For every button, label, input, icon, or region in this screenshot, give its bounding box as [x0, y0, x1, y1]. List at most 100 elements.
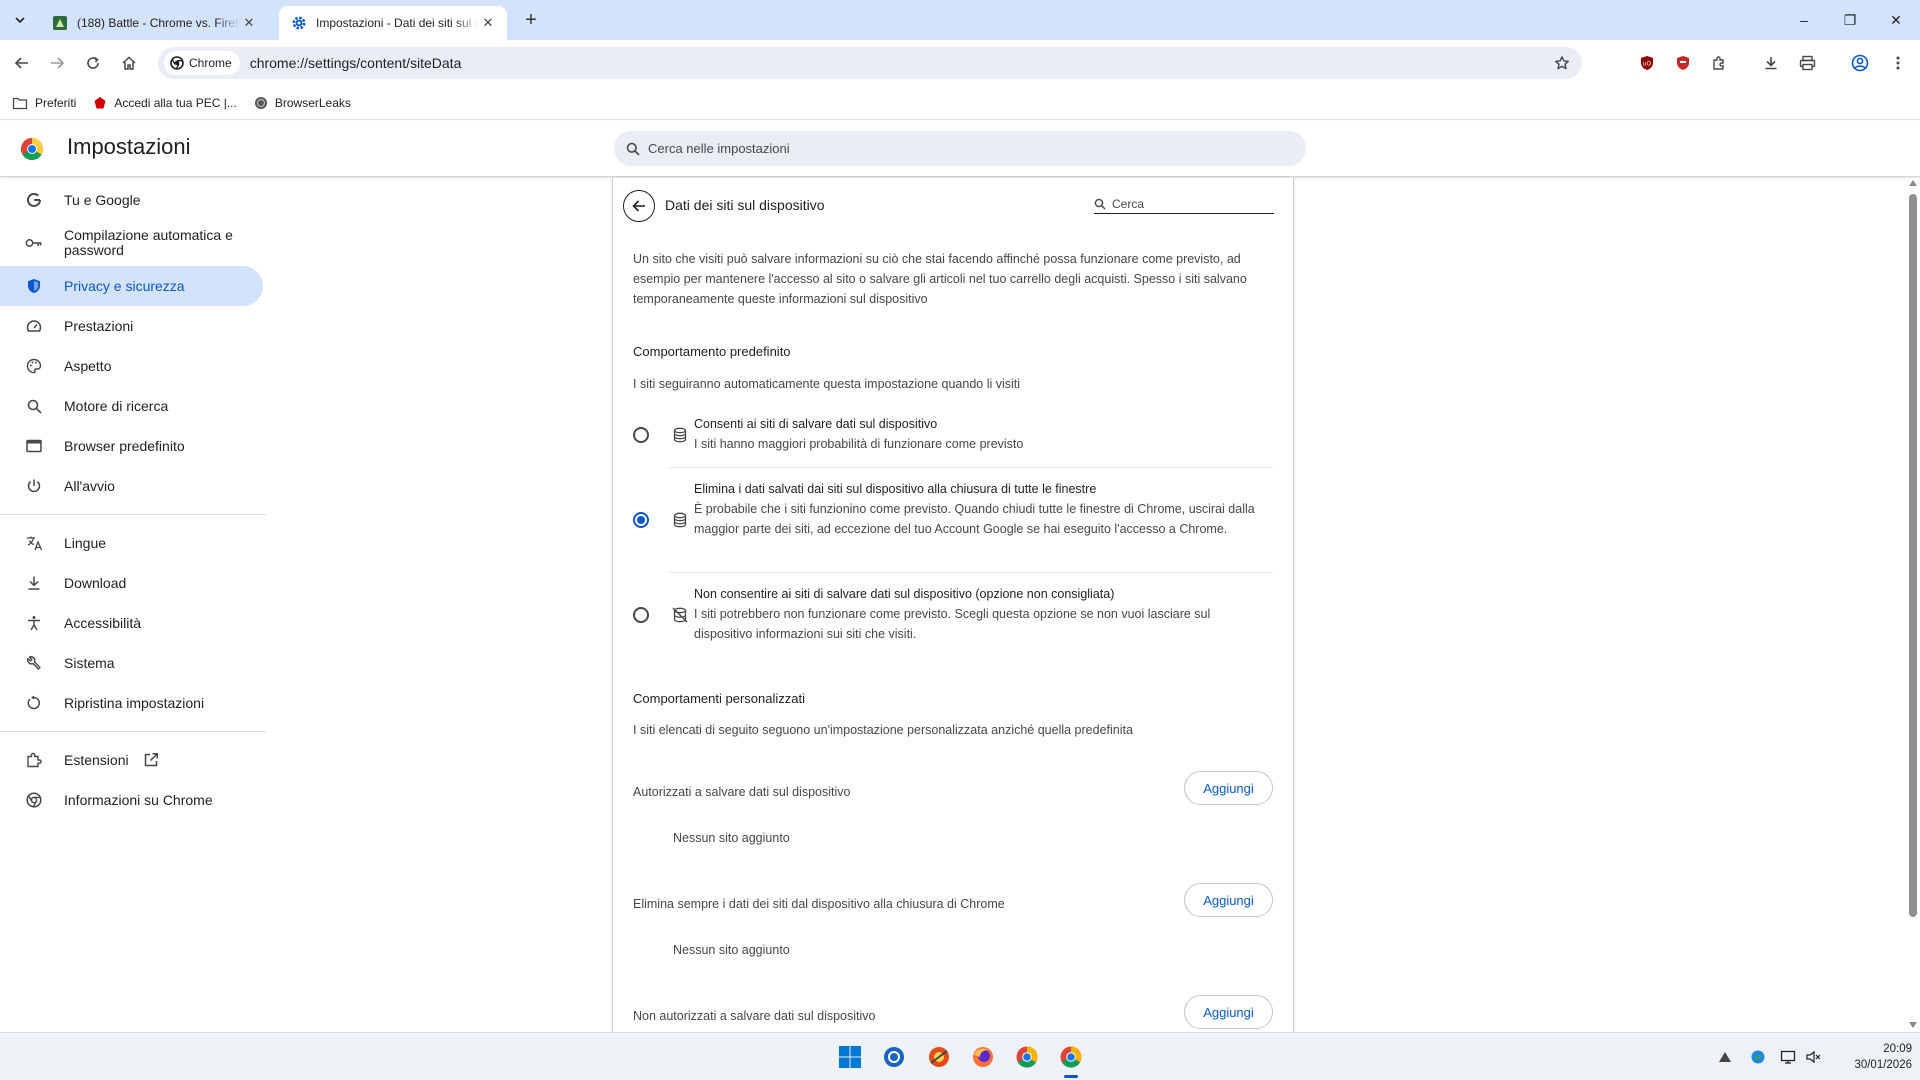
tray-app-icon[interactable] — [1715, 1047, 1735, 1067]
default-behavior-heading: Comportamento predefinito — [633, 344, 791, 359]
taskbar-app-icon[interactable] — [925, 1043, 953, 1071]
sidebar-item-downloads[interactable]: Download — [0, 563, 266, 603]
sidebar-item-reset[interactable]: Ripristina impostazioni — [0, 683, 266, 723]
downloads-button[interactable] — [1757, 49, 1785, 77]
tab-title: Impostazioni - Dati dei siti sul disposi… — [316, 16, 479, 30]
tab-search-button[interactable] — [6, 7, 34, 33]
sidebar-item-label: Prestazioni — [64, 318, 134, 334]
scroll-up-arrow-icon[interactable] — [1909, 180, 1917, 186]
sidebar-item-autofill[interactable]: Compilazione automatica e password — [0, 220, 266, 266]
add-clear-on-exit-button[interactable]: Aggiungi — [1184, 883, 1273, 917]
settings-search-placeholder: Cerca nelle impostazioni — [648, 141, 790, 156]
chip-label: Chrome — [189, 56, 232, 70]
extensions-button[interactable] — [1705, 49, 1733, 77]
windows-start-icon[interactable] — [836, 1043, 864, 1071]
tab-title: (188) Battle - Chrome vs. Firefox — [77, 16, 240, 30]
puzzle-icon — [1713, 56, 1724, 70]
gear-icon — [291, 15, 307, 31]
site-info-chip[interactable]: Chrome — [164, 51, 240, 75]
active-app-indicator — [1064, 1075, 1078, 1078]
wrench-icon — [24, 653, 44, 673]
profile-button[interactable] — [1846, 49, 1874, 77]
network-icon[interactable] — [1778, 1047, 1798, 1067]
site-data-search-input[interactable]: Cerca — [1094, 194, 1274, 214]
custom-behaviors-subtitle: I siti elencati di seguito seguono un'im… — [633, 723, 1133, 737]
add-allowed-button[interactable]: Aggiungi — [1184, 771, 1273, 805]
sidebar-item-extensions[interactable]: Estensioni — [0, 740, 266, 780]
tab-settings[interactable]: Impostazioni - Dati dei siti sul disposi… — [279, 6, 507, 40]
privacy-badger-extension-button[interactable] — [1669, 49, 1697, 77]
add-blocked-button[interactable]: Aggiungi — [1184, 995, 1273, 1029]
bookmark-pec[interactable]: Accedi alla tua PEC |... — [93, 96, 237, 110]
taskbar-app-icon[interactable] — [880, 1043, 908, 1071]
sidebar-item-label: Estensioni — [64, 752, 129, 768]
sidebar-item-search-engine[interactable]: Motore di ricerca — [0, 386, 266, 426]
avatar-icon — [1851, 54, 1869, 72]
sidebar-item-appearance[interactable]: Aspetto — [0, 346, 266, 386]
search-icon — [626, 142, 640, 156]
defender-tray-icon[interactable] — [1748, 1047, 1768, 1067]
radio-block[interactable] — [633, 607, 649, 623]
back-button[interactable] — [8, 49, 36, 77]
chrome-taskbar-icon-active[interactable] — [1057, 1043, 1085, 1071]
tab-close-icon[interactable]: ✕ — [240, 14, 258, 32]
menu-button[interactable] — [1884, 49, 1912, 77]
tab-battle[interactable]: (188) Battle - Chrome vs. Firefox ✕ — [40, 6, 268, 40]
sidebar-item-on-startup[interactable]: All'avvio — [0, 466, 266, 506]
scroll-down-arrow-icon[interactable] — [1909, 1022, 1917, 1028]
scroll-thumb[interactable] — [1909, 194, 1917, 917]
download-icon — [24, 573, 44, 593]
taskbar: 20:09 30/01/2026 — [0, 1032, 1920, 1080]
forward-button[interactable] — [43, 49, 71, 77]
sidebar-item-tu-e-google[interactable]: Tu e Google — [0, 180, 266, 220]
chrome-taskbar-icon[interactable] — [1013, 1043, 1041, 1071]
home-button[interactable] — [115, 49, 143, 77]
minimize-button[interactable]: – — [1781, 0, 1827, 40]
bookmark-label: Preferiti — [35, 95, 77, 110]
sidebar-item-system[interactable]: Sistema — [0, 643, 266, 683]
new-tab-button[interactable]: + — [520, 9, 542, 31]
sidebar-item-label: Compilazione automatica e password — [64, 227, 233, 258]
sidebar-item-performance[interactable]: Prestazioni — [0, 306, 266, 346]
sidebar-item-label: Sistema — [64, 655, 115, 671]
radio-allow[interactable] — [633, 427, 649, 443]
arrow-left-icon — [632, 200, 645, 212]
volume-muted-icon[interactable] — [1803, 1047, 1823, 1067]
key-icon — [24, 233, 44, 253]
sidebar-item-privacy[interactable]: Privacy e sicurezza — [0, 266, 263, 306]
sidebar-item-default-browser[interactable]: Browser predefinito — [0, 426, 266, 466]
tab-close-icon[interactable]: ✕ — [479, 14, 497, 32]
puzzle-icon — [24, 750, 44, 770]
settings-search-input[interactable]: Cerca nelle impostazioni — [614, 131, 1306, 166]
bookmark-star-button[interactable] — [1548, 49, 1576, 77]
back-arrow-button[interactable] — [623, 190, 655, 222]
chevron-down-icon — [15, 17, 25, 24]
database-off-icon — [671, 606, 689, 624]
bookmarks-bar: Preferiti Accedi alla tua PEC |... Brows… — [0, 86, 1920, 120]
url-text[interactable]: chrome://settings/content/siteData — [250, 55, 1548, 71]
external-link-icon — [143, 752, 159, 768]
page-scrollbar[interactable] — [1906, 178, 1920, 1032]
palette-icon — [24, 356, 44, 376]
settings-sidebar: Tu e Google Compilazione automatica e pa… — [0, 180, 266, 820]
option-title: Non consentire ai siti di salvare dati s… — [694, 587, 1115, 601]
print-button[interactable] — [1793, 49, 1821, 77]
restore-button[interactable]: ❐ — [1827, 0, 1873, 40]
sidebar-item-label: Accessibilità — [64, 615, 142, 631]
sidebar-item-about-chrome[interactable]: Informazioni su Chrome — [0, 780, 266, 820]
browserleaks-icon — [254, 96, 268, 110]
bookmark-preferiti[interactable]: Preferiti — [12, 96, 76, 110]
sidebar-item-accessibility[interactable]: Accessibilità — [0, 603, 266, 643]
firefox-icon[interactable] — [969, 1043, 997, 1071]
bookmark-browserleaks[interactable]: BrowserLeaks — [254, 96, 351, 110]
system-clock[interactable]: 20:09 30/01/2026 — [1832, 1041, 1912, 1073]
radio-clear-on-exit[interactable] — [633, 512, 649, 528]
shield-icon — [24, 276, 44, 296]
close-window-button[interactable]: ✕ — [1873, 0, 1919, 40]
reload-button[interactable] — [79, 49, 107, 77]
arrow-left-icon — [14, 57, 28, 69]
ublock-extension-button[interactable]: uO — [1633, 49, 1661, 77]
address-bar[interactable]: Chrome chrome://settings/content/siteDat… — [158, 47, 1582, 79]
sidebar-item-languages[interactable]: Lingue — [0, 523, 266, 563]
sidebar-item-label: All'avvio — [64, 478, 115, 494]
